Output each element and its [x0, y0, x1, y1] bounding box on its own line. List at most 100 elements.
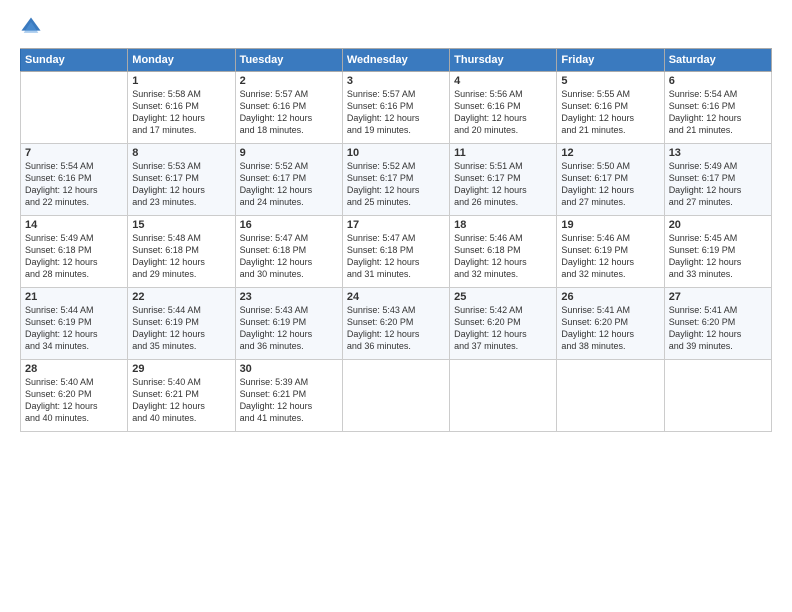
day-info: Sunrise: 5:44 AM Sunset: 6:19 PM Dayligh…: [132, 304, 230, 353]
day-info: Sunrise: 5:52 AM Sunset: 6:17 PM Dayligh…: [240, 160, 338, 209]
day-number: 13: [669, 147, 767, 159]
calendar-cell: [450, 360, 557, 432]
day-info: Sunrise: 5:58 AM Sunset: 6:16 PM Dayligh…: [132, 88, 230, 137]
day-info: Sunrise: 5:44 AM Sunset: 6:19 PM Dayligh…: [25, 304, 123, 353]
day-number: 16: [240, 219, 338, 231]
day-number: 21: [25, 291, 123, 303]
day-number: 25: [454, 291, 552, 303]
day-number: 2: [240, 75, 338, 87]
calendar-cell: 2Sunrise: 5:57 AM Sunset: 6:16 PM Daylig…: [235, 72, 342, 144]
day-info: Sunrise: 5:46 AM Sunset: 6:18 PM Dayligh…: [454, 232, 552, 281]
day-number: 19: [561, 219, 659, 231]
calendar-cell: 23Sunrise: 5:43 AM Sunset: 6:19 PM Dayli…: [235, 288, 342, 360]
day-info: Sunrise: 5:54 AM Sunset: 6:16 PM Dayligh…: [669, 88, 767, 137]
calendar-cell: 1Sunrise: 5:58 AM Sunset: 6:16 PM Daylig…: [128, 72, 235, 144]
day-info: Sunrise: 5:46 AM Sunset: 6:19 PM Dayligh…: [561, 232, 659, 281]
day-info: Sunrise: 5:57 AM Sunset: 6:16 PM Dayligh…: [347, 88, 445, 137]
day-number: 20: [669, 219, 767, 231]
calendar-cell: [21, 72, 128, 144]
day-header-monday: Monday: [128, 49, 235, 72]
day-info: Sunrise: 5:45 AM Sunset: 6:19 PM Dayligh…: [669, 232, 767, 281]
calendar-cell: 26Sunrise: 5:41 AM Sunset: 6:20 PM Dayli…: [557, 288, 664, 360]
calendar-cell: 22Sunrise: 5:44 AM Sunset: 6:19 PM Dayli…: [128, 288, 235, 360]
day-info: Sunrise: 5:43 AM Sunset: 6:19 PM Dayligh…: [240, 304, 338, 353]
calendar-cell: 14Sunrise: 5:49 AM Sunset: 6:18 PM Dayli…: [21, 216, 128, 288]
calendar-cell: 17Sunrise: 5:47 AM Sunset: 6:18 PM Dayli…: [342, 216, 449, 288]
day-info: Sunrise: 5:48 AM Sunset: 6:18 PM Dayligh…: [132, 232, 230, 281]
calendar-cell: 9Sunrise: 5:52 AM Sunset: 6:17 PM Daylig…: [235, 144, 342, 216]
page: SundayMondayTuesdayWednesdayThursdayFrid…: [0, 0, 792, 612]
day-info: Sunrise: 5:50 AM Sunset: 6:17 PM Dayligh…: [561, 160, 659, 209]
calendar-cell: 19Sunrise: 5:46 AM Sunset: 6:19 PM Dayli…: [557, 216, 664, 288]
calendar-cell: 3Sunrise: 5:57 AM Sunset: 6:16 PM Daylig…: [342, 72, 449, 144]
day-info: Sunrise: 5:39 AM Sunset: 6:21 PM Dayligh…: [240, 376, 338, 425]
day-number: 10: [347, 147, 445, 159]
day-info: Sunrise: 5:49 AM Sunset: 6:17 PM Dayligh…: [669, 160, 767, 209]
day-number: 30: [240, 363, 338, 375]
day-info: Sunrise: 5:47 AM Sunset: 6:18 PM Dayligh…: [240, 232, 338, 281]
day-info: Sunrise: 5:52 AM Sunset: 6:17 PM Dayligh…: [347, 160, 445, 209]
day-number: 12: [561, 147, 659, 159]
calendar-cell: 21Sunrise: 5:44 AM Sunset: 6:19 PM Dayli…: [21, 288, 128, 360]
calendar-cell: [664, 360, 771, 432]
calendar-cell: 11Sunrise: 5:51 AM Sunset: 6:17 PM Dayli…: [450, 144, 557, 216]
day-number: 7: [25, 147, 123, 159]
calendar-cell: 7Sunrise: 5:54 AM Sunset: 6:16 PM Daylig…: [21, 144, 128, 216]
calendar-table: SundayMondayTuesdayWednesdayThursdayFrid…: [20, 48, 772, 432]
week-row-4: 21Sunrise: 5:44 AM Sunset: 6:19 PM Dayli…: [21, 288, 772, 360]
day-info: Sunrise: 5:56 AM Sunset: 6:16 PM Dayligh…: [454, 88, 552, 137]
day-number: 26: [561, 291, 659, 303]
calendar-cell: 16Sunrise: 5:47 AM Sunset: 6:18 PM Dayli…: [235, 216, 342, 288]
day-info: Sunrise: 5:53 AM Sunset: 6:17 PM Dayligh…: [132, 160, 230, 209]
day-info: Sunrise: 5:51 AM Sunset: 6:17 PM Dayligh…: [454, 160, 552, 209]
day-header-sunday: Sunday: [21, 49, 128, 72]
day-number: 29: [132, 363, 230, 375]
day-number: 22: [132, 291, 230, 303]
calendar-cell: 4Sunrise: 5:56 AM Sunset: 6:16 PM Daylig…: [450, 72, 557, 144]
day-info: Sunrise: 5:57 AM Sunset: 6:16 PM Dayligh…: [240, 88, 338, 137]
calendar-cell: 28Sunrise: 5:40 AM Sunset: 6:20 PM Dayli…: [21, 360, 128, 432]
calendar-cell: 18Sunrise: 5:46 AM Sunset: 6:18 PM Dayli…: [450, 216, 557, 288]
day-info: Sunrise: 5:43 AM Sunset: 6:20 PM Dayligh…: [347, 304, 445, 353]
header: [20, 16, 772, 38]
day-number: 27: [669, 291, 767, 303]
day-header-thursday: Thursday: [450, 49, 557, 72]
day-header-tuesday: Tuesday: [235, 49, 342, 72]
day-number: 4: [454, 75, 552, 87]
logo: [20, 16, 46, 38]
calendar-cell: 10Sunrise: 5:52 AM Sunset: 6:17 PM Dayli…: [342, 144, 449, 216]
calendar-cell: 13Sunrise: 5:49 AM Sunset: 6:17 PM Dayli…: [664, 144, 771, 216]
calendar-cell: [342, 360, 449, 432]
day-header-friday: Friday: [557, 49, 664, 72]
calendar-cell: 24Sunrise: 5:43 AM Sunset: 6:20 PM Dayli…: [342, 288, 449, 360]
calendar-cell: 30Sunrise: 5:39 AM Sunset: 6:21 PM Dayli…: [235, 360, 342, 432]
day-info: Sunrise: 5:47 AM Sunset: 6:18 PM Dayligh…: [347, 232, 445, 281]
calendar-cell: [557, 360, 664, 432]
day-number: 17: [347, 219, 445, 231]
calendar-cell: 25Sunrise: 5:42 AM Sunset: 6:20 PM Dayli…: [450, 288, 557, 360]
day-info: Sunrise: 5:42 AM Sunset: 6:20 PM Dayligh…: [454, 304, 552, 353]
day-number: 24: [347, 291, 445, 303]
day-header-wednesday: Wednesday: [342, 49, 449, 72]
week-row-1: 1Sunrise: 5:58 AM Sunset: 6:16 PM Daylig…: [21, 72, 772, 144]
day-number: 3: [347, 75, 445, 87]
day-number: 23: [240, 291, 338, 303]
day-number: 6: [669, 75, 767, 87]
header-row: SundayMondayTuesdayWednesdayThursdayFrid…: [21, 49, 772, 72]
calendar-cell: 29Sunrise: 5:40 AM Sunset: 6:21 PM Dayli…: [128, 360, 235, 432]
day-number: 14: [25, 219, 123, 231]
day-number: 28: [25, 363, 123, 375]
week-row-5: 28Sunrise: 5:40 AM Sunset: 6:20 PM Dayli…: [21, 360, 772, 432]
day-info: Sunrise: 5:54 AM Sunset: 6:16 PM Dayligh…: [25, 160, 123, 209]
day-number: 5: [561, 75, 659, 87]
day-number: 1: [132, 75, 230, 87]
day-number: 11: [454, 147, 552, 159]
week-row-3: 14Sunrise: 5:49 AM Sunset: 6:18 PM Dayli…: [21, 216, 772, 288]
calendar-cell: 8Sunrise: 5:53 AM Sunset: 6:17 PM Daylig…: [128, 144, 235, 216]
day-number: 8: [132, 147, 230, 159]
calendar-cell: 15Sunrise: 5:48 AM Sunset: 6:18 PM Dayli…: [128, 216, 235, 288]
day-info: Sunrise: 5:49 AM Sunset: 6:18 PM Dayligh…: [25, 232, 123, 281]
day-info: Sunrise: 5:40 AM Sunset: 6:21 PM Dayligh…: [132, 376, 230, 425]
day-info: Sunrise: 5:40 AM Sunset: 6:20 PM Dayligh…: [25, 376, 123, 425]
calendar-cell: 27Sunrise: 5:41 AM Sunset: 6:20 PM Dayli…: [664, 288, 771, 360]
